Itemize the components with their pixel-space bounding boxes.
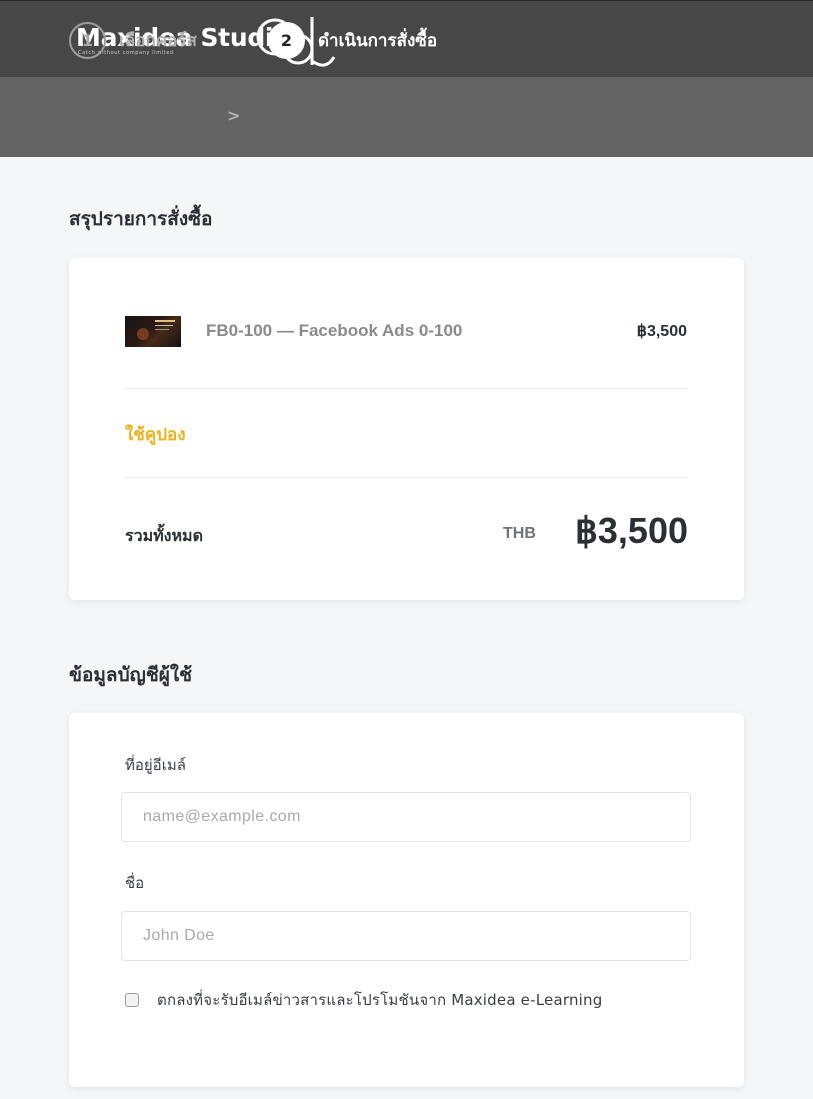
order-summary-card: FB0-100 — Facebook Ads 0-100 ฿3,500 ใช้ค… — [69, 258, 744, 600]
use-coupon-link[interactable]: ใช้คูปอง — [125, 421, 186, 448]
checkout-step-bar — [0, 77, 813, 157]
account-info-card: ที่อยู่อีเมล์ ชื่อ ตกลงที่จะรับอีเมล์ข่า… — [69, 713, 744, 1087]
course-thumbnail — [125, 316, 181, 347]
step-separator-icon: > — [227, 106, 241, 125]
total-label: รวมทั้งหมด — [125, 526, 203, 545]
total-amount: ฿3,500 — [575, 510, 688, 551]
step-checkout: 2 ดำเนินการสั่งซื้อ — [268, 21, 437, 59]
course-name: FB0-100 — Facebook Ads 0-100 — [206, 321, 463, 340]
step-select-course[interactable]: 1 เลือกคอร์ส — [69, 21, 197, 59]
step-number: 1 — [69, 21, 106, 59]
order-summary-title: สรุปรายการสั่งซื้อ — [69, 208, 213, 230]
account-info-title: ข้อมูลบัญชีผู้ใช้ — [69, 664, 193, 686]
email-field[interactable] — [121, 792, 691, 842]
step-label: ดำเนินการสั่งซื้อ — [318, 30, 438, 51]
currency-code: THB — [503, 525, 536, 542]
name-field[interactable] — [121, 911, 691, 961]
divider — [125, 477, 688, 478]
course-price: ฿3,500 — [636, 323, 687, 340]
newsletter-label[interactable]: ตกลงที่จะรับอีเมล์ข่าวสารและโปรโมชันจาก … — [157, 988, 602, 1012]
newsletter-checkbox[interactable] — [125, 993, 139, 1007]
name-label: ชื่อ — [125, 874, 145, 892]
email-label: ที่อยู่อีเมล์ — [125, 756, 186, 774]
step-label: เลือกคอร์ส — [119, 30, 197, 51]
newsletter-consent: ตกลงที่จะรับอีเมล์ข่าวสารและโปรโมชันจาก … — [125, 988, 602, 1012]
divider — [125, 388, 688, 389]
step-number: 2 — [268, 21, 305, 59]
